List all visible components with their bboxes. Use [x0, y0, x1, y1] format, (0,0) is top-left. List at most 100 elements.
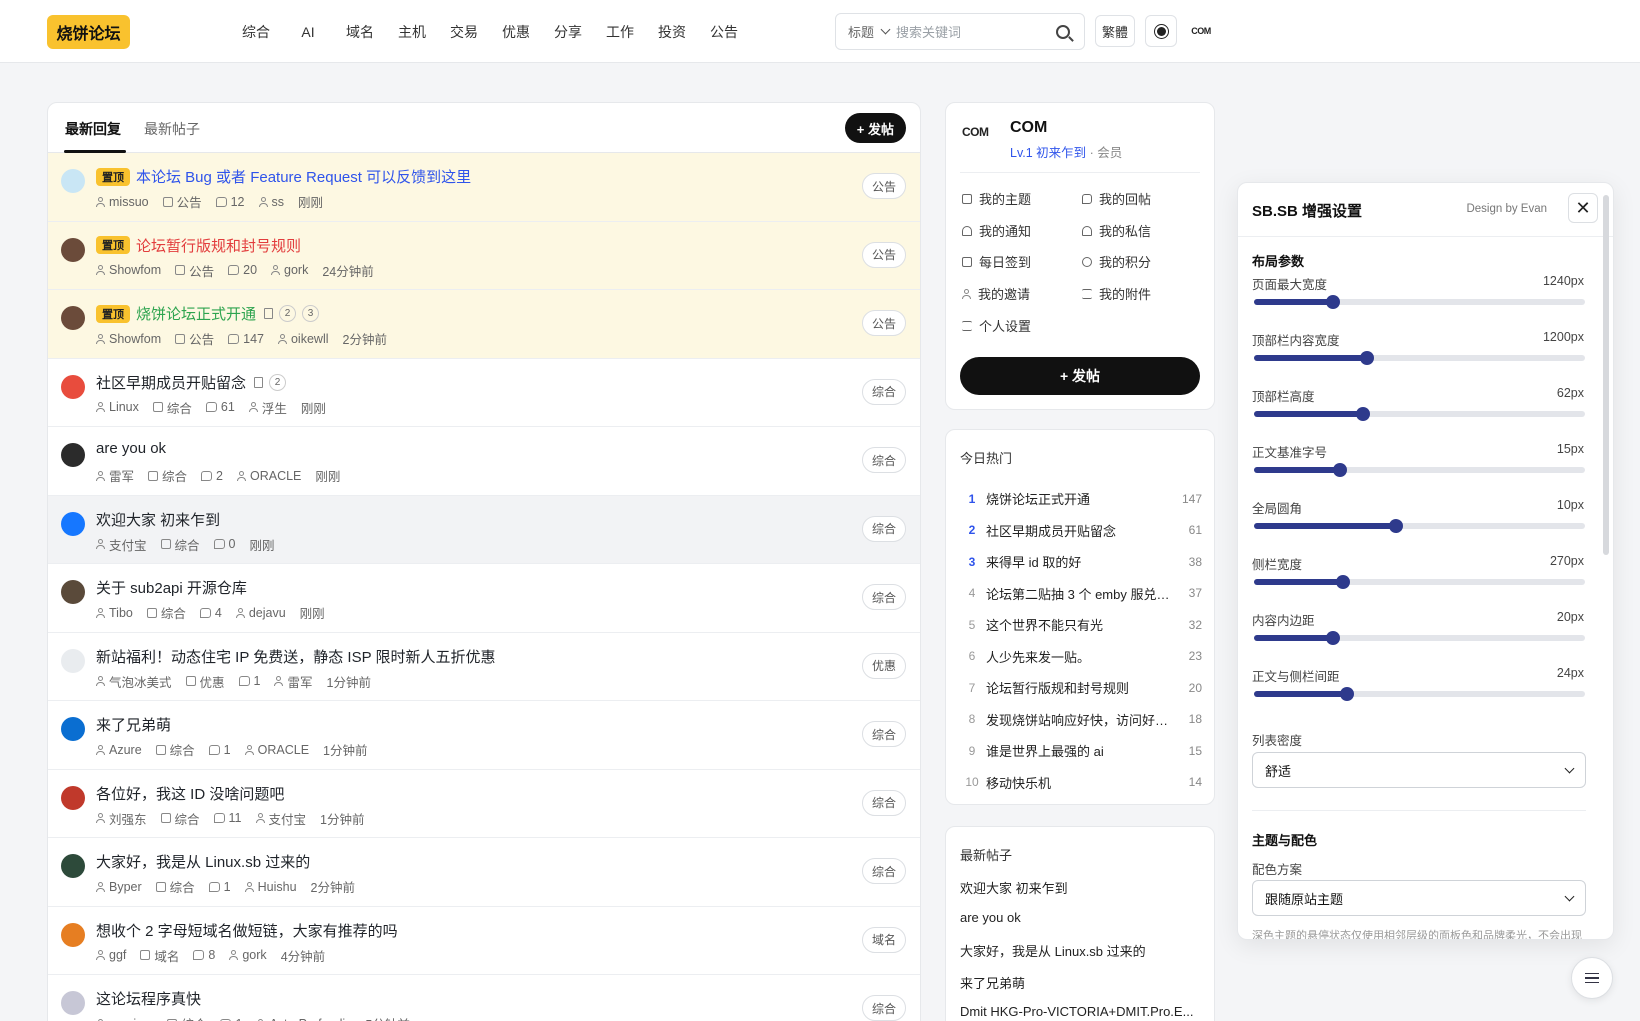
topic-title[interactable]: are you ok: [96, 440, 166, 457]
tab-latest-posts[interactable]: 最新帖子: [144, 119, 200, 139]
table-row[interactable]: 想收个 2 字母短域名做短链，大家有推荐的吗 ggf 域名 8 gork 4分钟前 域名: [48, 907, 920, 975]
nav-item[interactable]: 工作: [594, 20, 646, 44]
topic-board[interactable]: 综合: [152, 398, 192, 417]
latest-post-item[interactable]: Dmit HKG-Pro-VICTORIA+DMIT.Pro.E...: [960, 1004, 1202, 1019]
last-replier[interactable]: ORACLE: [236, 469, 301, 483]
topic-author[interactable]: 雷军: [96, 466, 134, 485]
menu-my-topics[interactable]: 我的主题: [962, 189, 1031, 208]
last-replier[interactable]: 雷军: [274, 672, 313, 691]
page-link[interactable]: 3: [302, 305, 320, 322]
category-tag[interactable]: 公告: [861, 310, 906, 336]
latest-post-item[interactable]: 欢迎大家 初来乍到: [960, 878, 1202, 897]
last-replier[interactable]: gork: [271, 263, 308, 277]
table-row[interactable]: 来了兄弟萌 Azure 综合 1 ORACLE 1分钟前 综合: [48, 701, 920, 770]
table-row[interactable]: are you ok 雷军 综合 2 ORACLE 刚刚 综合: [48, 427, 920, 496]
topic-title[interactable]: 关于 sub2api 开源仓库: [96, 577, 247, 598]
avatar[interactable]: [61, 374, 85, 399]
topic-author[interactable]: Tibo: [96, 606, 133, 620]
theme-toggle-button[interactable]: [1145, 15, 1177, 47]
category-tag[interactable]: 综合: [861, 721, 906, 747]
avatar[interactable]: [61, 443, 85, 467]
last-replier[interactable]: 浮生: [248, 398, 287, 417]
category-tag[interactable]: 综合: [861, 858, 906, 884]
topic-board[interactable]: 公告: [162, 192, 202, 211]
last-replier[interactable]: gork: [229, 948, 267, 962]
topic-author[interactable]: Showfom: [96, 263, 161, 277]
topic-title[interactable]: 社区早期成员开贴留念: [96, 372, 246, 393]
avatar[interactable]: [61, 854, 85, 878]
topic-board[interactable]: 综合: [155, 877, 195, 896]
range-slider[interactable]: [1254, 575, 1585, 589]
topic-title[interactable]: 想收个 2 字母短域名做短链，大家有推荐的吗: [96, 920, 398, 941]
menu-my-replies[interactable]: 我的回帖: [1082, 189, 1151, 208]
topic-title[interactable]: 大家好，我是从 Linux.sb 过来的: [96, 851, 310, 872]
menu-my-notifications[interactable]: 我的通知: [962, 221, 1031, 240]
sidebar-new-post-button[interactable]: + 发帖: [960, 357, 1200, 395]
search-input[interactable]: 搜索关键词: [896, 22, 1056, 41]
nav-item[interactable]: 投资: [646, 20, 698, 44]
range-slider[interactable]: [1254, 631, 1585, 645]
topic-board[interactable]: 综合: [160, 809, 200, 828]
table-row[interactable]: 社区早期成员开贴留念 2 Linux 综合 61 浮生 刚刚 综合: [48, 359, 920, 427]
latest-post-item[interactable]: are you ok: [960, 910, 1202, 925]
category-tag[interactable]: 域名: [861, 926, 906, 953]
slider-handle[interactable]: [1359, 351, 1374, 365]
settings-toggle-button[interactable]: [1571, 957, 1613, 999]
search-icon[interactable]: [1056, 24, 1070, 39]
topic-board[interactable]: 综合: [146, 603, 186, 622]
topic-board[interactable]: 综合: [148, 466, 187, 485]
latest-post-item[interactable]: 来了兄弟萌: [960, 973, 1202, 992]
table-row[interactable]: 欢迎大家 初来乍到 支付宝 综合 0 刚刚 综合: [48, 495, 920, 564]
topic-author[interactable]: Showfom: [96, 332, 161, 346]
topic-author[interactable]: Byper: [96, 880, 142, 894]
slider-handle[interactable]: [1333, 463, 1348, 477]
hot-topic-item[interactable]: 7 论坛暂行版规和封号规则 20: [960, 672, 1202, 704]
table-row[interactable]: 各位好，我这 ID 没啥问题吧 刘强东 综合 11 支付宝 1分钟前 综合: [48, 770, 920, 838]
last-replier[interactable]: oikewll: [277, 332, 329, 346]
slider-handle[interactable]: [1339, 687, 1354, 701]
hot-topic-item[interactable]: 3 来得早 id 取的好 38: [960, 546, 1202, 578]
avatar[interactable]: [61, 580, 85, 604]
topic-board[interactable]: 公告: [175, 261, 214, 280]
table-row[interactable]: 置顶 本论坛 Bug 或者 Feature Request 可以反馈到这里 miss…: [48, 153, 920, 222]
avatar[interactable]: [61, 991, 85, 1015]
category-tag[interactable]: 优惠: [861, 652, 906, 679]
color-scheme-select[interactable]: 跟随原站主题: [1252, 880, 1586, 916]
hot-topic-item[interactable]: 4 论坛第二贴抽 3 个 emby 服兑换码 37: [960, 578, 1202, 610]
avatar[interactable]: [61, 785, 85, 810]
nav-item[interactable]: 分享: [542, 20, 594, 44]
slider-handle[interactable]: [1356, 407, 1371, 421]
menu-my-invites[interactable]: 我的邀请: [962, 284, 1030, 303]
last-replier[interactable]: ORACLE: [244, 743, 309, 757]
scrollbar[interactable]: [1603, 195, 1609, 555]
tab-latest-replies[interactable]: 最新回复: [65, 119, 121, 139]
topic-title[interactable]: 烧饼论坛正式开通: [136, 303, 256, 324]
slider-handle[interactable]: [1336, 575, 1351, 589]
topic-author[interactable]: missuo: [96, 195, 149, 209]
hot-topic-item[interactable]: 5 这个世界不能只有光 32: [960, 609, 1202, 641]
site-logo[interactable]: 烧饼论坛: [47, 15, 130, 49]
topic-board[interactable]: 综合: [155, 740, 195, 759]
table-row[interactable]: 大家好，我是从 Linux.sb 过来的 Byper 综合 1 Huishu 2分钟前 综合: [48, 838, 920, 907]
new-post-button[interactable]: + 发帖: [844, 113, 906, 143]
avatar[interactable]: [61, 306, 85, 330]
page-link[interactable]: 2: [269, 373, 287, 391]
range-slider[interactable]: [1254, 687, 1585, 701]
topic-author[interactable]: nyarime: [96, 1017, 153, 1021]
table-row[interactable]: 这论坛程序真快 nyarime 综合 1 AstroProfundis 5分钟前 综合: [48, 975, 920, 1021]
topic-author[interactable]: ggf: [96, 948, 126, 962]
table-row[interactable]: 关于 sub2api 开源仓库 Tibo 综合 4 dejavu 刚刚 综合: [48, 564, 920, 633]
avatar[interactable]: [61, 648, 85, 673]
category-tag[interactable]: 综合: [861, 515, 906, 542]
range-slider[interactable]: [1254, 351, 1585, 365]
category-tag[interactable]: 综合: [861, 584, 906, 610]
nav-item[interactable]: 公告: [698, 20, 750, 44]
category-tag[interactable]: 综合: [861, 378, 906, 405]
topic-title[interactable]: 新站福利！动态住宅 IP 免费送，静态 ISP 限时新人五折优惠: [96, 646, 495, 667]
last-replier[interactable]: AstroProfundis: [256, 1017, 351, 1021]
density-select[interactable]: 舒适: [1252, 752, 1586, 788]
nav-item[interactable]: 综合: [230, 20, 282, 44]
user-name[interactable]: COM: [1010, 119, 1047, 137]
last-replier[interactable]: ss: [258, 195, 284, 209]
search-scope-select[interactable]: 标题: [836, 22, 896, 41]
